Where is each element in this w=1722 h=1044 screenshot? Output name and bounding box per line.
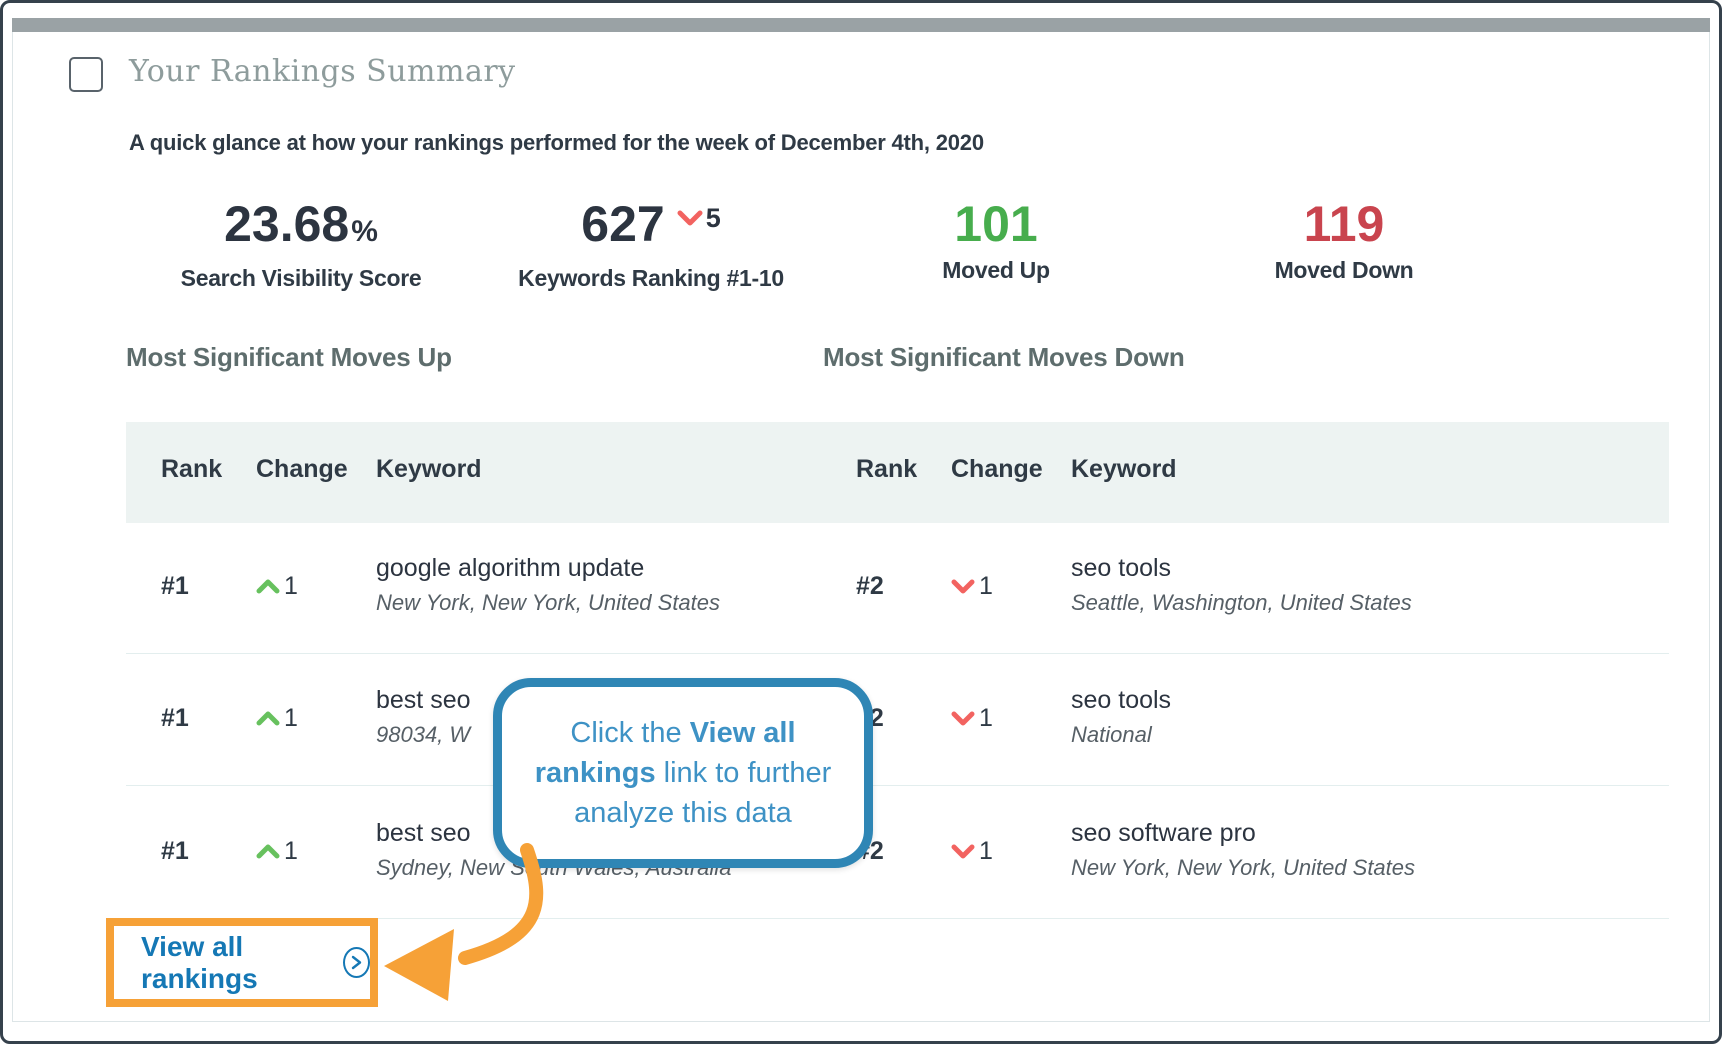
keyword-text: google algorithm update: [376, 554, 720, 583]
change-value: 1: [284, 572, 298, 601]
view-all-rankings-link[interactable]: View all rankings: [141, 931, 370, 995]
keyword-text: seo tools: [1071, 554, 1412, 583]
stat-label: Keywords Ranking #1-10: [451, 265, 851, 292]
stat-moved-down: 119 Moved Down: [1144, 195, 1544, 284]
down-chevron-icon: [677, 209, 703, 227]
stat-label: Search Visibility Score: [101, 265, 501, 292]
stat-label: Moved Up: [796, 257, 1196, 284]
report-window: Your Rankings Summary A quick glance at …: [0, 0, 1722, 1044]
stat-value: 101: [954, 195, 1037, 253]
rank-cell: #2: [856, 572, 884, 601]
circle-arrow-icon: [343, 947, 370, 978]
section-title-moves-down: Most Significant Moves Down: [823, 342, 1185, 373]
keyword-cell: google algorithm update New York, New Yo…: [376, 554, 720, 616]
change-value: 1: [979, 837, 993, 866]
keyword-cell: best seo 98034, W: [376, 686, 471, 748]
section-title-moves-up: Most Significant Moves Up: [126, 342, 452, 373]
rank-cell: #1: [161, 572, 189, 601]
callout-tooltip: Click the View all rankings link to furt…: [493, 678, 873, 868]
column-header-keyword: Keyword: [1071, 455, 1177, 484]
column-header-change: Change: [951, 455, 1043, 484]
up-chevron-icon: [256, 578, 280, 595]
keyword-location: New York, New York, United States: [376, 590, 720, 616]
change-value: 1: [284, 837, 298, 866]
page-title: Your Rankings Summary: [129, 54, 516, 89]
down-chevron-icon: [951, 578, 975, 595]
keyword-text: best seo: [376, 686, 471, 715]
stat-search-visibility: 23.68% Search Visibility Score: [101, 195, 501, 292]
up-chevron-icon: [256, 843, 280, 860]
change-cell: 1: [951, 837, 993, 866]
stat-change-value: 5: [706, 189, 721, 247]
summary-checkbox[interactable]: [69, 57, 103, 92]
keyword-text: seo tools: [1071, 686, 1171, 715]
stat-value: 627: [581, 195, 664, 253]
view-all-rankings-label: View all rankings: [141, 931, 333, 995]
down-chevron-icon: [951, 843, 975, 860]
keyword-location: New York, New York, United States: [1071, 855, 1415, 881]
stat-suffix: %: [351, 203, 378, 261]
rank-cell: #1: [161, 837, 189, 866]
stat-moved-up: 101 Moved Up: [796, 195, 1196, 284]
stat-value: 23.68: [224, 195, 349, 253]
row-divider: [126, 653, 1669, 654]
change-cell: 1: [951, 572, 993, 601]
keyword-location: 98034, W: [376, 722, 471, 748]
column-header-rank: Rank: [856, 455, 917, 484]
highlight-box: View all rankings: [106, 918, 378, 1007]
stat-keywords-ranking: 627 5 Keywords Ranking #1-10: [451, 195, 851, 292]
row-divider: [126, 785, 1669, 786]
change-cell: 1: [256, 572, 298, 601]
summary-subtitle: A quick glance at how your rankings perf…: [129, 130, 984, 156]
keyword-cell: seo tools Seattle, Washington, United St…: [1071, 554, 1412, 616]
keyword-text: seo software pro: [1071, 819, 1415, 848]
column-header-keyword: Keyword: [376, 455, 482, 484]
change-value: 1: [979, 572, 993, 601]
change-cell: 1: [256, 837, 298, 866]
callout-text: Click the View all rankings link to furt…: [502, 713, 864, 833]
column-header-rank: Rank: [161, 455, 222, 484]
change-cell: 1: [256, 704, 298, 733]
column-header-change: Change: [256, 455, 348, 484]
keyword-location: Seattle, Washington, United States: [1071, 590, 1412, 616]
keyword-location: National: [1071, 722, 1171, 748]
change-value: 1: [979, 704, 993, 733]
keyword-cell: seo software pro New York, New York, Uni…: [1071, 819, 1415, 881]
window-top-bar: [12, 18, 1710, 32]
stat-label: Moved Down: [1144, 257, 1544, 284]
rank-cell: #1: [161, 704, 189, 733]
change-value: 1: [284, 704, 298, 733]
rankings-summary-panel: Your Rankings Summary A quick glance at …: [12, 32, 1710, 1022]
keyword-cell: seo tools National: [1071, 686, 1171, 748]
down-chevron-icon: [951, 710, 975, 727]
up-chevron-icon: [256, 710, 280, 727]
stat-value: 119: [1304, 195, 1385, 253]
change-cell: 1: [951, 704, 993, 733]
callout-arrow: [13, 32, 1710, 1022]
